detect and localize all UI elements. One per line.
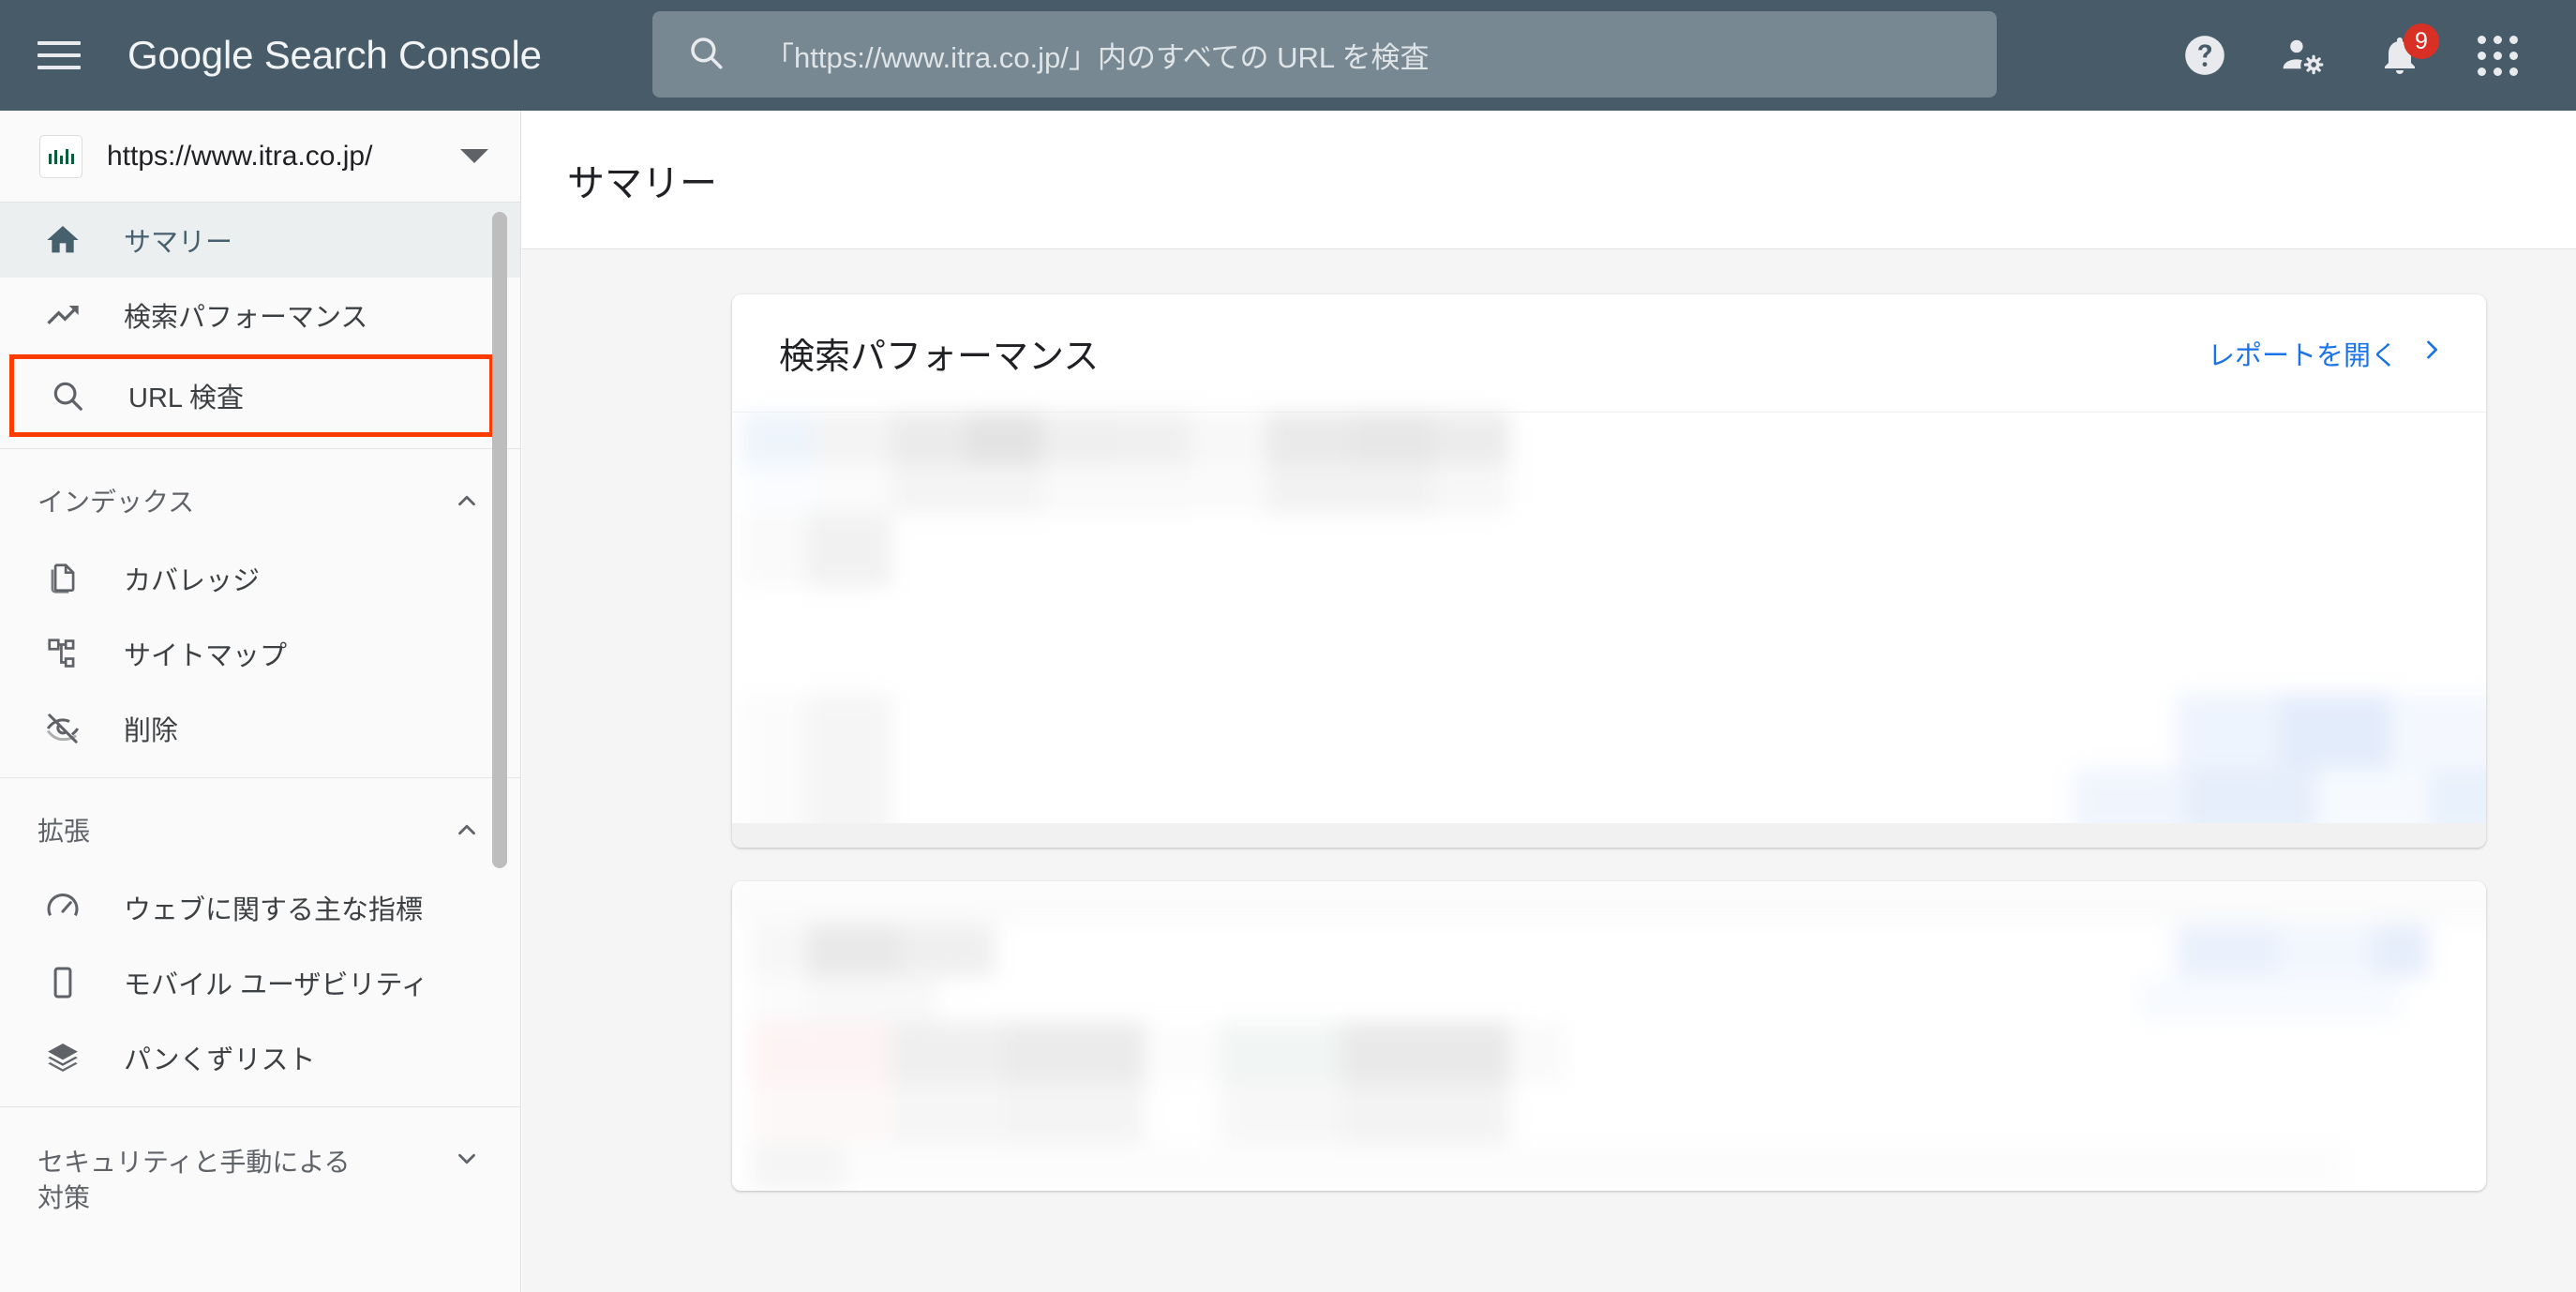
sidebar-divider — [0, 777, 520, 778]
main-header: サマリー — [522, 111, 2576, 249]
sidebar-scrollbar[interactable] — [492, 212, 507, 1281]
sidebar-divider — [0, 1106, 520, 1107]
sidebar-scrollbar-thumb[interactable] — [492, 212, 507, 868]
search-icon — [46, 374, 89, 417]
sidebar-item-breadcrumbs[interactable]: パンくずリスト — [0, 1020, 520, 1095]
sidebar-item-label: パンくずリスト — [124, 1045, 316, 1075]
search-performance-chart-blurred — [732, 413, 2486, 848]
search-icon — [686, 33, 726, 77]
chevron-up-icon[interactable] — [453, 487, 481, 515]
sidebar-item-mobile-usability[interactable]: モバイル ユーザビリティ — [0, 945, 520, 1020]
sidebar-divider — [0, 448, 520, 449]
secondary-report-content-blurred — [732, 881, 2486, 1191]
sidebar-item-label: モバイル ユーザビリティ — [124, 970, 428, 1000]
eye-off-icon — [41, 707, 84, 750]
chevron-right-icon — [2419, 337, 2445, 370]
chevron-up-icon[interactable] — [453, 816, 481, 844]
account-settings-icon[interactable] — [2254, 7, 2351, 104]
chart-bottom-strip — [732, 823, 2486, 848]
property-url-value: https://www.itra.co.jp/ — [107, 140, 373, 172]
sidebar-item-label: 削除 — [124, 716, 179, 746]
sidebar-item-url-inspection[interactable]: URL 検査 — [9, 354, 494, 437]
open-report-label: レポートを開く — [2207, 340, 2398, 371]
sidebar-section-security-header[interactable]: セキュリティと手動による対策 — [0, 1119, 520, 1231]
main-body: 検索パフォーマンス レポートを開く — [522, 249, 2576, 1292]
apps-grid-dots — [2477, 35, 2518, 76]
top-app-bar: Google Search Console 「https://www.itra.… — [0, 0, 2576, 111]
search-input-placeholder: 「https://www.itra.co.jp/」内のすべての URL を検査 — [765, 40, 1430, 74]
sidebar-item-coverage[interactable]: カバレッジ — [0, 541, 520, 616]
sidebar-item-label: URL 検査 — [128, 383, 244, 413]
secondary-report-card — [732, 881, 2486, 1191]
search-performance-card: 検索パフォーマンス レポートを開く — [732, 294, 2486, 848]
notifications-bell-icon[interactable]: 9 — [2351, 7, 2449, 104]
pages-copy-icon — [41, 557, 84, 600]
sidebar-section-title: 拡張 — [37, 817, 91, 846]
sidebar-item-label: サイトマップ — [124, 641, 288, 671]
google-apps-icon[interactable] — [2449, 7, 2546, 104]
sidebar-section-title: インデックス — [37, 488, 195, 517]
sidebar-item-sitemaps[interactable]: サイトマップ — [0, 616, 520, 691]
sidebar-item-label: サマリー — [124, 228, 233, 258]
sidebar: https://www.itra.co.jp/ サマリー 検索パフォーマンス U… — [0, 111, 521, 1292]
notification-badge-count: 9 — [2404, 23, 2439, 59]
sidebar-item-summary[interactable]: サマリー — [0, 203, 520, 278]
dropdown-caret-icon[interactable] — [460, 149, 488, 163]
sidebar-item-core-web-vitals[interactable]: ウェブに関する主な指標 — [0, 870, 520, 945]
property-bars-icon — [39, 134, 82, 178]
sidebar-section-index-header[interactable]: インデックス — [0, 460, 520, 541]
card-header: 検索パフォーマンス レポートを開く — [732, 294, 2486, 413]
blurred-content-mosaic — [732, 881, 2486, 1191]
open-report-link[interactable]: レポートを開く — [2208, 334, 2445, 373]
page-title: サマリー — [567, 162, 717, 204]
layers-icon — [41, 1036, 84, 1079]
sidebar-section-enhancements-header[interactable]: 拡張 — [0, 789, 520, 870]
chevron-down-icon[interactable] — [453, 1145, 481, 1173]
sidebar-item-removals[interactable]: 削除 — [0, 691, 520, 766]
sidebar-item-label: カバレッジ — [124, 566, 261, 596]
sidebar-item-label: 検索パフォーマンス — [124, 303, 368, 333]
sidebar-item-label: ウェブに関する主な指標 — [124, 895, 424, 925]
url-inspection-search-bar[interactable]: 「https://www.itra.co.jp/」内のすべての URL を検査 — [652, 11, 1997, 98]
hamburger-menu-icon[interactable] — [37, 37, 86, 74]
property-selector[interactable]: https://www.itra.co.jp/ — [0, 111, 520, 203]
sidebar-nav-scroll-area: サマリー 検索パフォーマンス URL 検査 インデックス カバレッジ サイトマッ… — [0, 203, 520, 1292]
blurred-chart-mosaic — [732, 413, 2486, 848]
sidebar-section-title: セキュリティと手動による対策 — [37, 1148, 351, 1212]
help-icon[interactable] — [2156, 7, 2254, 104]
card-title: 検索パフォーマンス — [779, 338, 1100, 377]
speedometer-icon — [41, 886, 84, 929]
sitemap-tree-icon — [41, 632, 84, 675]
trending-up-icon — [41, 293, 84, 337]
topbar-actions: 9 — [2156, 0, 2576, 111]
sidebar-item-search-performance[interactable]: 検索パフォーマンス — [0, 278, 520, 353]
home-icon — [41, 218, 84, 262]
app-brand-title: Google Search Console — [127, 33, 542, 77]
main-content: サマリー 検索パフォーマンス レポートを開く — [522, 111, 2576, 1292]
mobile-phone-icon — [41, 961, 84, 1004]
